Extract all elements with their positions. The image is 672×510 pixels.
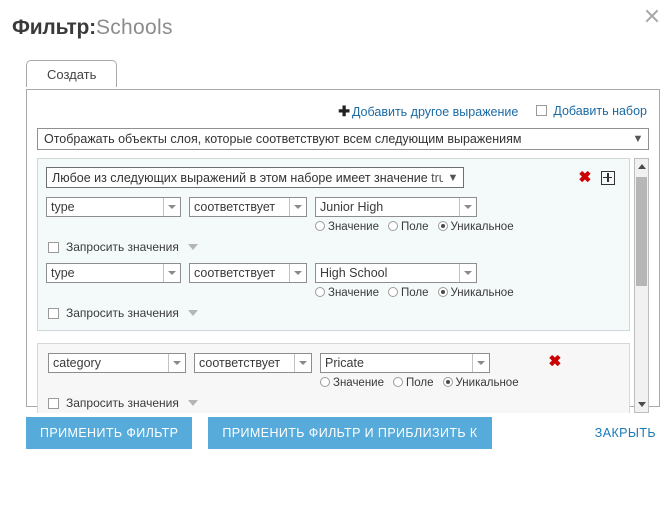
field-select[interactable]: type: [46, 197, 181, 217]
scroll-up-icon: [637, 164, 646, 169]
radio-value[interactable]: Значение: [320, 377, 384, 389]
plus-icon: ✚: [338, 102, 350, 119]
chevron-down-icon: ▼: [632, 133, 644, 145]
filter-panel: ✚ Добавить другое выражение Добавить набо…: [26, 89, 660, 413]
tab-strip: Создать: [26, 60, 672, 90]
apply-filter-and-zoom-button[interactable]: ПРИМЕНИТЬ ФИЛЬТР И ПРИБЛИЗИТЬ К: [208, 417, 492, 449]
operator-select-value: соответствует: [194, 266, 276, 280]
radio-unique[interactable]: Уникальное: [442, 377, 519, 389]
ask-values-row: Запросить значения: [46, 396, 621, 410]
scroll-down-icon: [637, 402, 646, 407]
close-icon[interactable]: [642, 6, 662, 26]
dropdown-arrow-icon: [294, 354, 311, 372]
expression-row: type соответствует Junior High Значение …: [46, 197, 621, 254]
delete-expression-container: ✖: [548, 353, 621, 371]
ask-values-label: Запросить значения: [66, 240, 179, 254]
chevron-down-icon: ▼: [447, 171, 459, 184]
ask-values-label: Запросить значения: [66, 396, 179, 410]
expression-block: category соответствует Pricate Значение …: [37, 343, 630, 413]
checkbox-icon[interactable]: [48, 397, 59, 409]
set-action-icons: ✖: [578, 170, 621, 185]
set-match-mode-select[interactable]: Любое из следующих выражений в этом набо…: [46, 167, 464, 188]
field-select-value: type: [51, 200, 75, 214]
value-select-value: Pricate: [325, 356, 364, 370]
scrollbar-thumb[interactable]: [636, 177, 647, 286]
value-select[interactable]: Pricate: [320, 353, 490, 373]
scroll-up-button[interactable]: [635, 159, 648, 174]
dropdown-arrow-icon: [163, 264, 180, 282]
operator-select[interactable]: соответствует: [189, 263, 307, 283]
radio-unique[interactable]: Уникальное: [437, 221, 514, 233]
expression-set: Любое из следующих выражений в этом набо…: [37, 158, 630, 331]
radio-unique[interactable]: Уникальное: [437, 287, 514, 299]
value-select-value: High School: [320, 266, 388, 280]
close-button[interactable]: ЗАКРЫТЬ: [595, 426, 660, 440]
add-expression-to-set-icon[interactable]: [601, 170, 615, 185]
operator-select[interactable]: соответствует: [189, 197, 307, 217]
apply-filter-button[interactable]: ПРИМЕНИТЬ ФИЛЬТР: [26, 417, 193, 449]
dialog-footer: ПРИМЕНИТЬ ФИЛЬТР ПРИМЕНИТЬ ФИЛЬТР И ПРИБ…: [26, 417, 660, 449]
checkbox-icon[interactable]: [48, 241, 59, 253]
value-source-radios: Значение Поле Уникальное: [320, 377, 519, 389]
ask-values-row: Запросить значения: [46, 240, 621, 254]
delete-expression-icon[interactable]: ✖: [548, 353, 561, 370]
dropdown-arrow-icon: [163, 198, 180, 216]
dropdown-arrow-icon: [168, 354, 185, 372]
dropdown-arrow-icon: [472, 354, 489, 372]
panel-actions: ✚ Добавить другое выражение Добавить набо…: [37, 100, 649, 122]
radio-field[interactable]: Поле: [393, 377, 434, 389]
tab-create[interactable]: Создать: [26, 60, 118, 87]
expression-row: type соответствует High School Значение …: [46, 263, 621, 320]
field-select-value: category: [53, 356, 101, 370]
page-title: Фильтр:Schools: [0, 0, 672, 42]
add-set-checkbox[interactable]: Добавить набор: [536, 104, 647, 118]
field-select-value: type: [51, 266, 75, 280]
match-mode-value: Отображать объекты слоя, которые соответ…: [44, 132, 522, 146]
dropdown-arrow-icon: [289, 198, 306, 216]
vertical-scrollbar[interactable]: [634, 158, 649, 413]
checkbox-icon: [536, 105, 548, 116]
dropdown-arrow-icon: [459, 198, 476, 216]
expression-set-header: Любое из следующих выражений в этом набо…: [46, 167, 621, 188]
operator-select-value: соответствует: [199, 356, 281, 370]
collapse-triangle-icon[interactable]: [187, 310, 198, 316]
value-source-radios: Значение Поле Уникальное: [315, 221, 514, 233]
field-select[interactable]: type: [46, 263, 181, 283]
ask-values-row: Запросить значения: [46, 306, 621, 320]
value-select[interactable]: High School: [315, 263, 477, 283]
add-another-expression-label: Добавить другое выражение: [351, 104, 519, 119]
add-set-label: Добавить набор: [553, 104, 647, 118]
scroll-down-button[interactable]: [635, 397, 648, 412]
radio-value[interactable]: Значение: [315, 287, 379, 299]
radio-field[interactable]: Поле: [388, 221, 429, 233]
match-mode-select[interactable]: Отображать объекты слоя, которые соответ…: [37, 128, 649, 150]
collapse-triangle-icon[interactable]: [187, 244, 198, 250]
dropdown-arrow-icon: [459, 264, 476, 282]
radio-value[interactable]: Значение: [315, 221, 379, 233]
ask-values-label: Запросить значения: [66, 306, 179, 320]
operator-select-value: соответствует: [194, 200, 276, 214]
checkbox-icon[interactable]: [48, 307, 59, 319]
set-match-mode-value: Любое из следующих выражений в этом набо…: [52, 170, 443, 185]
value-source-radios: Значение Поле Уникальное: [315, 287, 514, 299]
page-title-value: Schools: [95, 16, 173, 39]
radio-field[interactable]: Поле: [388, 287, 429, 299]
dropdown-arrow-icon: [289, 264, 306, 282]
operator-select[interactable]: соответствует: [194, 353, 312, 373]
expressions-scroll-area: Любое из следующих выражений в этом набо…: [37, 158, 649, 413]
page-title-label: Фильтр:: [12, 16, 96, 39]
field-select[interactable]: category: [48, 353, 186, 373]
add-another-expression-button[interactable]: ✚ Добавить другое выражение: [338, 103, 518, 120]
collapse-triangle-icon[interactable]: [187, 400, 198, 406]
value-select-value: Junior High: [320, 200, 384, 214]
expressions-viewport: Любое из следующих выражений в этом набо…: [37, 158, 634, 413]
value-select[interactable]: Junior High: [315, 197, 477, 217]
delete-set-icon[interactable]: ✖: [578, 170, 591, 185]
